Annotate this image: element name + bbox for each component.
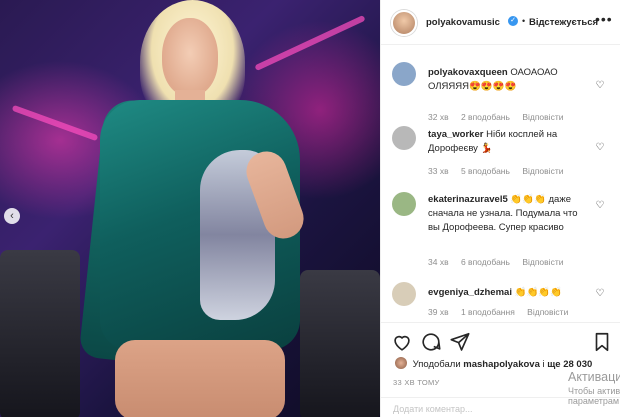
liker-avatar[interactable] — [395, 357, 407, 369]
windows-activation-watermark: Активаци Чтобы активи параметрам — [568, 370, 620, 406]
commenter-username[interactable]: polyakovaxqueen — [428, 67, 508, 78]
commenter-username[interactable]: ekaterinazuravel5 — [428, 194, 508, 205]
comment-text: 👏👏👏👏 — [514, 287, 562, 298]
liker-username[interactable]: mashapolyakova — [463, 359, 540, 370]
reply-button[interactable]: Відповісти — [522, 257, 563, 267]
reply-button[interactable]: Відповісти — [522, 166, 563, 176]
watermark-line: Чтобы активи — [568, 386, 620, 396]
comment-body: ekaterinazuravel5 👏👏👏 даже сначала не уз… — [428, 193, 588, 235]
post-photo[interactable]: ‹ — [0, 0, 380, 417]
judge-chair — [0, 250, 80, 417]
legs — [115, 340, 285, 417]
share-icon[interactable] — [449, 331, 471, 353]
commenter-username[interactable]: evgeniya_dzhemai — [428, 287, 512, 298]
add-comment-input[interactable]: Додати коментар... — [393, 404, 472, 414]
carousel-prev-button[interactable]: ‹ — [4, 208, 20, 224]
comment-likes[interactable]: 1 вподобання — [461, 307, 515, 317]
like-comment-icon[interactable]: ♡ — [594, 288, 606, 300]
commenter-avatar[interactable] — [392, 192, 416, 216]
comment-icon[interactable] — [420, 331, 442, 353]
post-timestamp[interactable]: 33 ХВ ТОМУ — [393, 378, 440, 387]
likes-prefix: Уподобали — [412, 359, 461, 370]
heart-icon[interactable] — [391, 331, 413, 353]
commenter-avatar[interactable] — [392, 126, 416, 150]
likes-summary: Уподобали mashapolyakova і ще 28 030 — [395, 357, 619, 371]
post-actions — [381, 322, 620, 358]
following-button[interactable]: Відстежується — [529, 17, 598, 28]
comments-list[interactable]: polyakovaxqueen ОАОАОАО ОЛЯЯЯЯ😍😍😍😍 32 хв… — [381, 46, 620, 322]
comment-meta: 33 хв 5 вподобань Відповісти — [428, 166, 573, 176]
comment-body: polyakovaxqueen ОАОАОАО ОЛЯЯЯЯ😍😍😍😍 — [428, 66, 588, 94]
header-separator: • — [522, 16, 526, 26]
post-header: polyakovamusic ✓ • Відстежується ••• — [381, 0, 620, 45]
comment-likes[interactable]: 6 вподобань — [461, 257, 510, 267]
comment-likes[interactable]: 5 вподобань — [461, 166, 510, 176]
like-comment-icon[interactable]: ♡ — [594, 142, 606, 154]
comment-body: evgeniya_dzhemai 👏👏👏👏 — [428, 286, 588, 300]
bookmark-icon[interactable] — [591, 331, 613, 353]
comment-body: taya_worker Ніби косплей на Дорофеєву 💃 — [428, 128, 588, 156]
commenter-username[interactable]: taya_worker — [428, 129, 483, 140]
reply-button[interactable]: Відповісти — [522, 112, 563, 122]
author-avatar[interactable] — [391, 10, 417, 36]
like-comment-icon[interactable]: ♡ — [594, 200, 606, 212]
commenter-avatar[interactable] — [392, 62, 416, 86]
comment-time: 33 хв — [428, 166, 449, 176]
like-comment-icon[interactable]: ♡ — [594, 80, 606, 92]
likes-and: і — [542, 359, 545, 370]
commenter-avatar[interactable] — [392, 282, 416, 306]
comment-time: 34 хв — [428, 257, 449, 267]
verified-badge-icon: ✓ — [508, 16, 518, 26]
comment-likes[interactable]: 2 вподобань — [461, 112, 510, 122]
more-options-icon[interactable]: ••• — [595, 11, 613, 27]
comment-time: 32 хв — [428, 112, 449, 122]
judge-chair — [300, 270, 380, 417]
comment-time: 39 хв — [428, 307, 449, 317]
comment-meta: 39 хв 1 вподобання Відповісти — [428, 307, 578, 317]
comment-meta: 34 хв 6 вподобань Відповісти — [428, 257, 573, 267]
comment-meta: 32 хв 2 вподобань Відповісти — [428, 112, 573, 122]
watermark-line: параметрам — [568, 396, 620, 406]
likes-others-count[interactable]: ще 28 030 — [547, 359, 592, 370]
reply-button[interactable]: Відповісти — [527, 307, 568, 317]
post-panel: polyakovamusic ✓ • Відстежується ••• pol… — [380, 0, 620, 417]
watermark-title: Активаци — [568, 370, 620, 384]
author-username[interactable]: polyakovamusic — [426, 17, 500, 28]
face — [162, 18, 218, 96]
